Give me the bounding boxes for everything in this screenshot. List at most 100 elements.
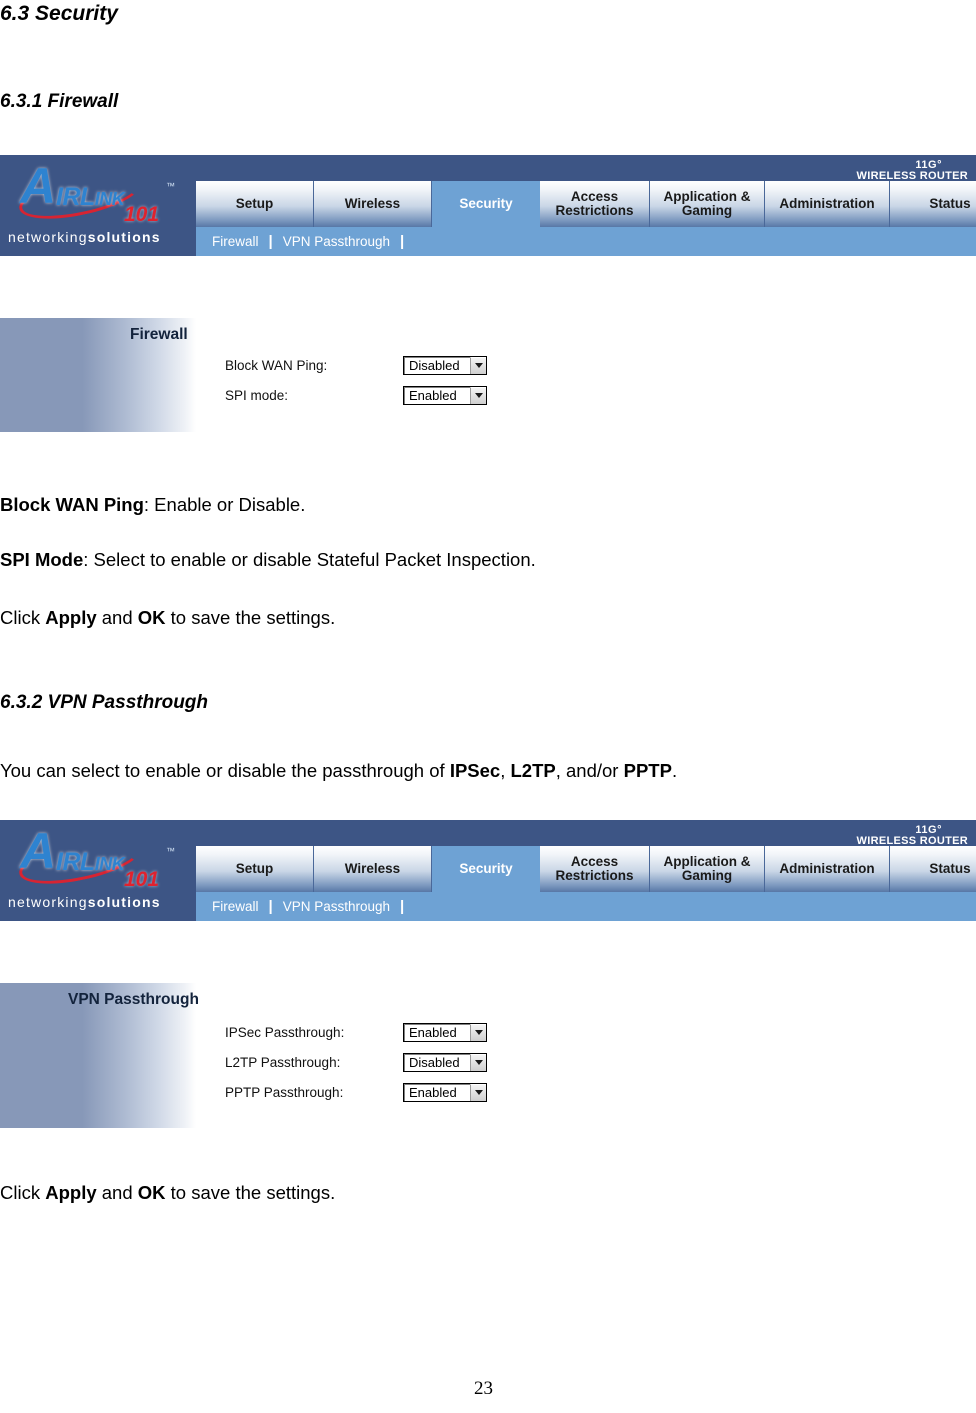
page-number: 23: [474, 1378, 493, 1399]
subsection-heading-vpn: 6.3.2 VPN Passthrough: [0, 692, 209, 713]
tab-wireless[interactable]: Wireless: [314, 181, 432, 227]
term-spi-mode: SPI Mode: [0, 549, 84, 570]
airlink-logo: A IRLINK ™ 101 networkingsolutions: [0, 820, 196, 921]
tab-administration[interactable]: Administration: [765, 181, 890, 227]
subtab-separator-1: |: [268, 233, 273, 250]
logo-wordmark: IRLINK: [56, 183, 125, 212]
tagline-solutions: solutions: [87, 894, 161, 910]
logo-mark: A IRLINK ™ 101: [15, 158, 186, 228]
tab-security[interactable]: Security: [432, 181, 540, 227]
text-vpn-sep2: , and/or: [555, 760, 624, 781]
text-click-post-1: to save the settings.: [165, 607, 336, 628]
term-l2tp: L2TP: [510, 760, 556, 781]
sub-tab-bar: Firewall | VPN Passthrough |: [196, 227, 976, 256]
subtab-vpn-passthrough[interactable]: VPN Passthrough: [275, 234, 398, 249]
tagline-solutions: solutions: [87, 229, 161, 245]
paragraph-click-apply-2: Click Apply and OK to save the settings.: [0, 1182, 335, 1204]
subtab-separator-2: |: [400, 233, 405, 250]
tab-access-restrictions[interactable]: Access Restrictions: [540, 846, 650, 892]
text-click-mid-1: and: [96, 607, 138, 628]
text-block-wan-ping-rest: : Enable or Disable.: [143, 494, 306, 515]
select-block-wan-ping-value: Disabled: [409, 357, 460, 373]
subtab-firewall[interactable]: Firewall: [204, 234, 267, 249]
subtab-separator-2: |: [400, 898, 405, 915]
field-pptp-passthrough: PPTP Passthrough: Enabled: [225, 1077, 487, 1107]
router-content-area: VPN Passthrough IPSec Passthrough: Enabl…: [0, 983, 976, 1128]
chevron-down-icon[interactable]: [470, 1053, 486, 1071]
logo-mark: A IRLINK ™ 101: [15, 823, 186, 893]
tab-administration[interactable]: Administration: [765, 846, 890, 892]
text-click-post-2: to save the settings.: [165, 1182, 336, 1203]
chevron-down-icon[interactable]: [470, 386, 486, 404]
logo-l: L: [80, 848, 95, 876]
term-ipsec: IPSec: [449, 760, 501, 781]
text-click-pre-1: Click: [0, 607, 46, 628]
select-ipsec-passthrough[interactable]: Enabled: [403, 1022, 487, 1042]
subtab-firewall[interactable]: Firewall: [204, 899, 267, 914]
tab-wireless[interactable]: Wireless: [314, 846, 432, 892]
tab-appgaming-line2: Gaming: [681, 203, 733, 218]
select-l2tp-passthrough-value: Disabled: [409, 1054, 460, 1070]
logo-letter-a: A: [20, 158, 57, 214]
select-ipsec-passthrough-value: Enabled: [409, 1024, 457, 1040]
select-block-wan-ping[interactable]: Disabled: [403, 355, 487, 375]
term-ok-2: OK: [137, 1182, 166, 1203]
paragraph-block-wan-ping: Block WAN Ping: Enable or Disable.: [0, 494, 305, 516]
chevron-down-icon[interactable]: [470, 1083, 486, 1101]
select-spi-mode[interactable]: Enabled: [403, 385, 487, 405]
logo-ir: IR: [56, 848, 81, 876]
tab-access-line1: Access: [570, 188, 619, 204]
paragraph-spi-mode: SPI Mode: Select to enable or disable St…: [0, 549, 536, 571]
select-l2tp-passthrough[interactable]: Disabled: [403, 1052, 487, 1072]
label-l2tp-passthrough: L2TP Passthrough:: [225, 1054, 341, 1070]
chevron-down-icon[interactable]: [470, 1023, 486, 1041]
text-click-mid-2: and: [96, 1182, 138, 1203]
subtab-vpn-passthrough[interactable]: VPN Passthrough: [275, 899, 398, 914]
page-title: 6.3 Security: [0, 2, 118, 25]
text-vpn-sep1: ,: [500, 760, 511, 781]
paragraph-vpn-intro: You can select to enable or disable the …: [0, 760, 677, 782]
tab-access-line2: Restrictions: [555, 203, 634, 218]
logo-ink: INK: [94, 854, 125, 874]
router-screenshot-firewall: 11G° WIRELESS ROUTER A IRLINK ™ 101 netw…: [0, 155, 976, 432]
field-spi-mode: SPI mode: Enabled: [225, 380, 487, 410]
trademark-symbol: ™: [166, 181, 175, 191]
tab-setup[interactable]: Setup: [196, 181, 314, 227]
vpn-passthrough-form: IPSec Passthrough: Enabled L2TP Passthro…: [225, 1017, 487, 1107]
main-tab-bar: Setup Wireless Security Access Restrictio…: [196, 846, 976, 892]
tab-access-restrictions[interactable]: Access Restrictions: [540, 181, 650, 227]
panel-title-firewall: Firewall: [130, 326, 188, 343]
tab-setup[interactable]: Setup: [196, 846, 314, 892]
tab-appgaming-line1: Application &: [663, 853, 751, 869]
firewall-form: Block WAN Ping: Disabled SPI mode: Enabl…: [225, 350, 487, 410]
logo-model-101: 101: [124, 868, 160, 891]
logo-wordmark: IRLINK: [56, 848, 125, 877]
tab-security[interactable]: Security: [432, 846, 540, 892]
label-pptp-passthrough: PPTP Passthrough:: [225, 1084, 344, 1100]
term-pptp: PPTP: [623, 760, 672, 781]
tagline-networking: networking: [8, 894, 88, 910]
sub-tab-bar: Firewall | VPN Passthrough |: [196, 892, 976, 921]
label-block-wan-ping: Block WAN Ping:: [225, 357, 328, 373]
label-spi-mode: SPI mode:: [225, 387, 289, 403]
text-click-pre-2: Click: [0, 1182, 46, 1203]
manual-page: 6.3 Security 6.3.1 Firewall 11G° WIRELES…: [0, 0, 976, 1413]
paragraph-click-apply-1: Click Apply and OK to save the settings.: [0, 607, 335, 629]
select-pptp-passthrough-value: Enabled: [409, 1084, 457, 1100]
logo-letter-a: A: [20, 823, 57, 879]
field-ipsec-passthrough: IPSec Passthrough: Enabled: [225, 1017, 487, 1047]
subsection-heading-firewall: 6.3.1 Firewall: [0, 91, 119, 112]
tab-status[interactable]: Status: [890, 181, 976, 227]
chevron-down-icon[interactable]: [470, 356, 486, 374]
select-spi-mode-value: Enabled: [409, 387, 457, 403]
tab-status[interactable]: Status: [890, 846, 976, 892]
tab-access-line1: Access: [570, 853, 619, 869]
logo-tagline: networkingsolutions: [8, 894, 161, 910]
tab-application-gaming[interactable]: Application & Gaming: [650, 181, 765, 227]
select-pptp-passthrough[interactable]: Enabled: [403, 1082, 487, 1102]
tab-application-gaming[interactable]: Application & Gaming: [650, 846, 765, 892]
label-ipsec-passthrough: IPSec Passthrough:: [225, 1024, 345, 1040]
tab-access-line2: Restrictions: [555, 868, 634, 883]
trademark-symbol: ™: [166, 846, 175, 856]
term-apply-2: Apply: [45, 1182, 97, 1203]
